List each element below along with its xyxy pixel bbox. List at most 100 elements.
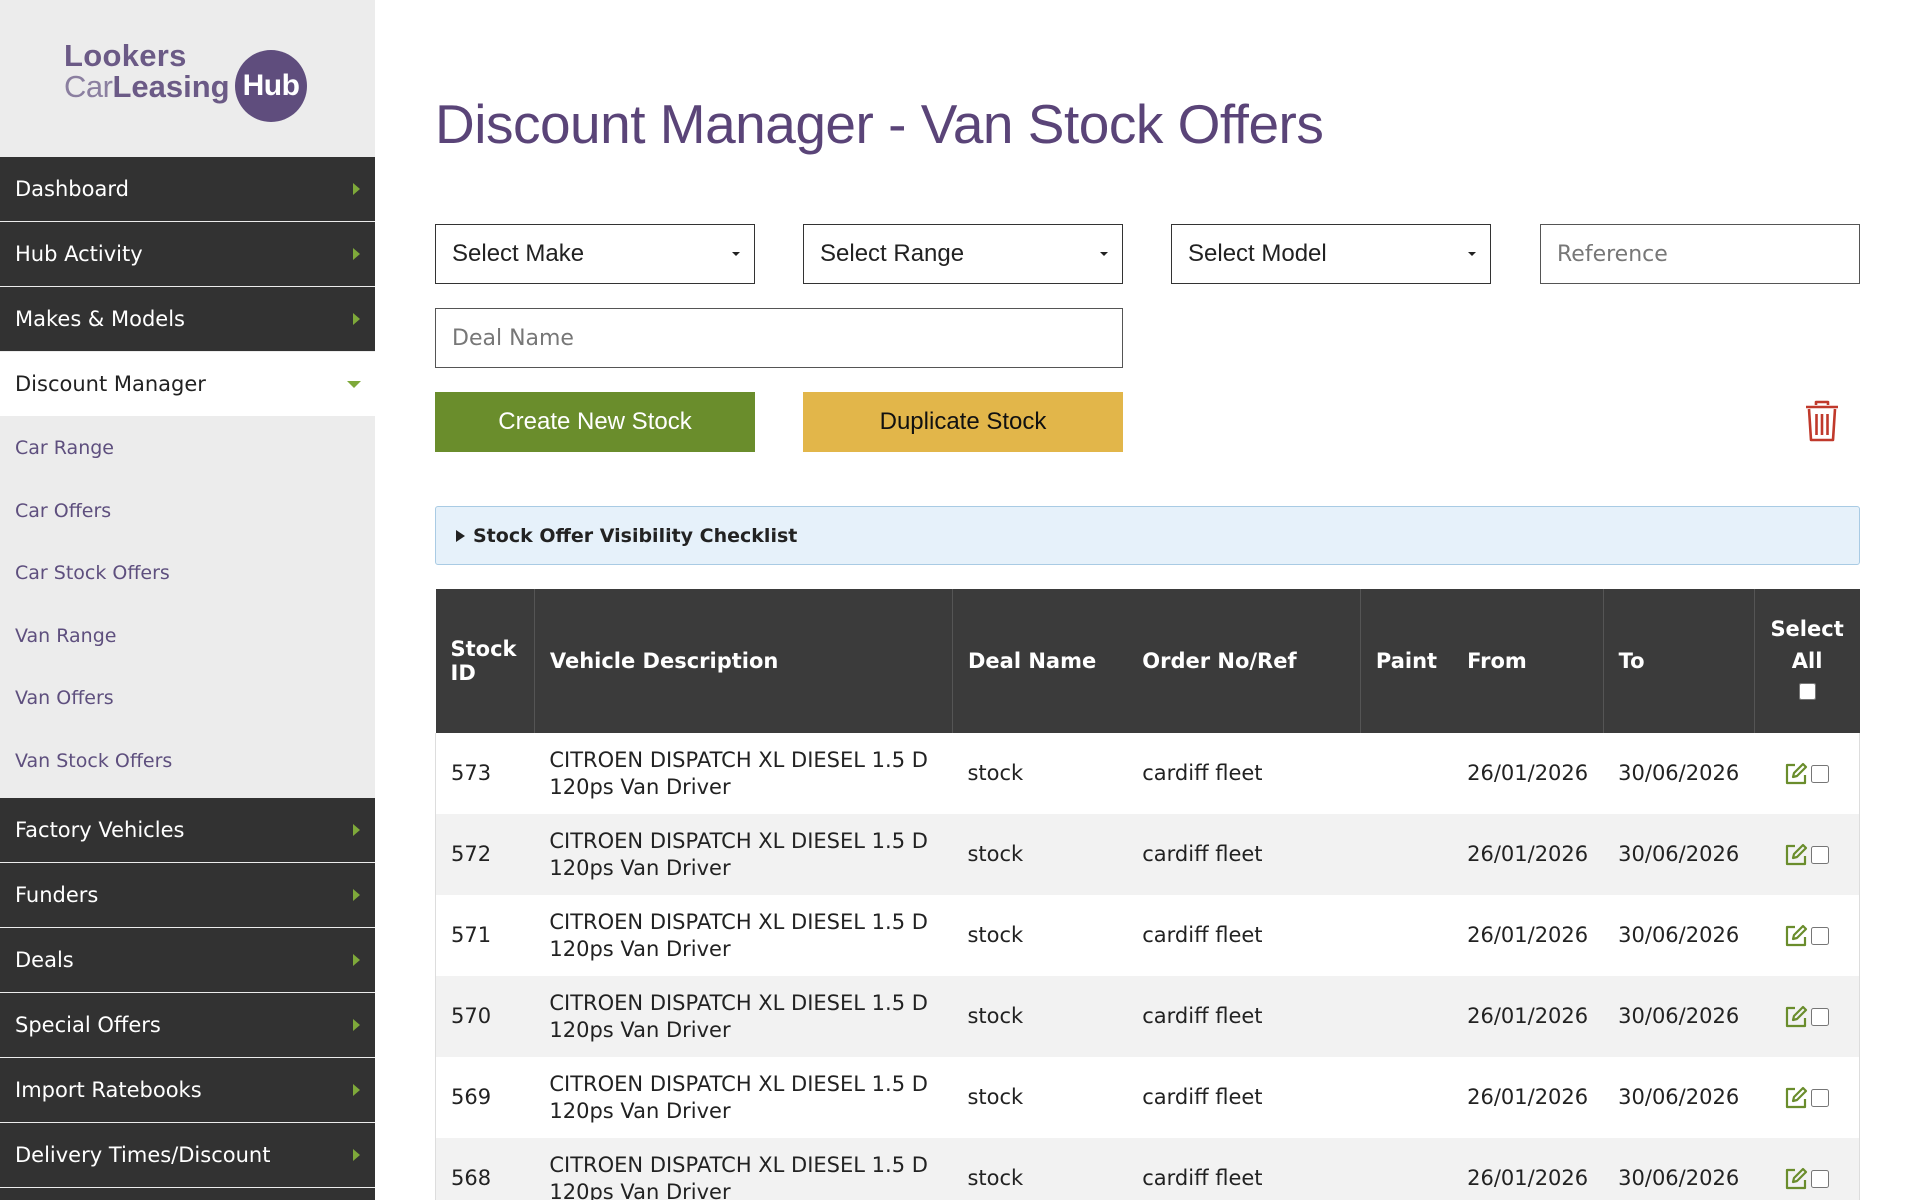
table-header-row: Stock ID Vehicle Description Deal Name Or… xyxy=(435,589,1860,733)
column-header-order-no-ref[interactable]: Order No/Ref xyxy=(1127,589,1361,733)
trash-icon[interactable] xyxy=(1803,400,1841,442)
cell-order-ref: cardiff fleet xyxy=(1127,814,1361,895)
select-model[interactable]: Select Model xyxy=(1171,224,1491,284)
deal-name-input[interactable] xyxy=(435,308,1123,368)
table-row[interactable]: 570 CITROEN DISPATCH XL DIESEL 1.5 D 120ps… xyxy=(435,976,1860,1057)
sidebar-item-label: Hub Activity xyxy=(15,242,143,266)
cell-deal-name: stock xyxy=(952,895,1128,976)
edit-icon[interactable] xyxy=(1784,1005,1808,1029)
checklist-label: Stock Offer Visibility Checklist xyxy=(473,524,798,547)
cell-order-ref: cardiff fleet xyxy=(1127,1057,1361,1138)
cell-stock-id: 568 xyxy=(435,1138,535,1200)
select-range[interactable]: Select Range xyxy=(803,224,1123,284)
table-row[interactable]: 569 CITROEN DISPATCH XL DIESEL 1.5 D 120ps… xyxy=(435,1057,1860,1138)
edit-icon[interactable] xyxy=(1784,924,1808,948)
row-select-checkbox[interactable] xyxy=(1811,927,1830,945)
submenu-item-van-stock-offers[interactable]: Van Stock Offers xyxy=(0,730,375,793)
cell-paint xyxy=(1360,895,1453,976)
header-text: Select xyxy=(1770,617,1844,641)
chevron-right-icon xyxy=(353,1149,360,1161)
logo-leasing: Leasing xyxy=(112,69,230,104)
sidebar-item-funders[interactable]: Funders xyxy=(0,863,375,927)
vehicle-line-2: 120ps Van Driver xyxy=(549,855,731,880)
stock-offers-table: Stock ID Vehicle Description Deal Name Or… xyxy=(435,589,1860,1200)
column-header-deal-name[interactable]: Deal Name xyxy=(952,589,1128,733)
table-row[interactable]: 572 CITROEN DISPATCH XL DIESEL 1.5 D 120ps… xyxy=(435,814,1860,895)
column-header-vehicle-description[interactable]: Vehicle Description xyxy=(534,589,953,733)
app-root: Lookers CarLeasing Hub Dashboard Hub Act… xyxy=(0,0,1920,1200)
cell-deal-name: stock xyxy=(952,976,1128,1057)
cell-actions xyxy=(1754,733,1860,814)
discount-manager-submenu: Car Range Car Offers Car Stock Offers Va… xyxy=(0,417,375,798)
select-all-checkbox[interactable] xyxy=(1798,683,1816,700)
cell-paint xyxy=(1360,1057,1453,1138)
submenu-item-van-range[interactable]: Van Range xyxy=(0,605,375,668)
reference-input[interactable] xyxy=(1540,224,1860,284)
edit-icon[interactable] xyxy=(1784,1167,1808,1191)
sidebar-item-hub-activity[interactable]: Hub Activity xyxy=(0,222,375,286)
sidebar-item-special-offers[interactable]: Special Offers xyxy=(0,993,375,1057)
cell-to: 30/06/2026 xyxy=(1603,1057,1755,1138)
column-header-stock-id[interactable]: Stock ID xyxy=(435,589,535,733)
sidebar-item-factory-vehicles[interactable]: Factory Vehicles xyxy=(0,798,375,862)
stock-offer-visibility-checklist[interactable]: Stock Offer Visibility Checklist xyxy=(435,506,1860,565)
edit-icon[interactable] xyxy=(1784,762,1808,786)
header-text: ID xyxy=(450,661,476,685)
select-make[interactable]: Select Make xyxy=(435,224,755,284)
cell-vehicle-description: CITROEN DISPATCH XL DIESEL 1.5 D 120ps Va… xyxy=(534,733,953,814)
cell-actions xyxy=(1754,1138,1860,1200)
cell-stock-id: 573 xyxy=(435,733,535,814)
select-model-value: Select Model xyxy=(1188,240,1327,267)
vehicle-line-1: CITROEN DISPATCH XL DIESEL 1.5 D xyxy=(549,828,928,853)
select-make-value: Select Make xyxy=(452,240,585,267)
table-row[interactable]: 573 CITROEN DISPATCH XL DIESEL 1.5 D 120ps… xyxy=(435,733,1860,814)
cell-actions xyxy=(1754,1057,1860,1138)
edit-icon[interactable] xyxy=(1784,1086,1808,1110)
sidebar-item-dashboard[interactable]: Dashboard xyxy=(0,157,375,221)
submenu-item-car-offers[interactable]: Car Offers xyxy=(0,480,375,543)
sidebar-item-delivery-times[interactable]: Delivery Times/Discount xyxy=(0,1123,375,1187)
row-select-checkbox[interactable] xyxy=(1811,765,1830,783)
vehicle-line-1: CITROEN DISPATCH XL DIESEL 1.5 D xyxy=(549,1152,928,1177)
row-select-checkbox[interactable] xyxy=(1811,1089,1830,1107)
sidebar-item-more[interactable] xyxy=(0,1188,375,1200)
column-header-to[interactable]: To xyxy=(1603,589,1755,733)
submenu-item-car-stock-offers[interactable]: Car Stock Offers xyxy=(0,542,375,605)
cell-paint xyxy=(1360,814,1453,895)
row-select-checkbox[interactable] xyxy=(1811,1170,1830,1188)
logo[interactable]: Lookers CarLeasing Hub xyxy=(0,0,375,157)
vehicle-line-2: 120ps Van Driver xyxy=(549,1098,731,1123)
nav-top: Dashboard Hub Activity Makes & Models Di… xyxy=(0,157,375,416)
submenu-item-van-offers[interactable]: Van Offers xyxy=(0,667,375,730)
row-select-checkbox[interactable] xyxy=(1811,1008,1830,1026)
sidebar-item-label: Special Offers xyxy=(15,1013,161,1037)
vehicle-line-2: 120ps Van Driver xyxy=(549,936,731,961)
chevron-right-icon xyxy=(353,313,360,325)
table-row[interactable]: 568 CITROEN DISPATCH XL DIESEL 1.5 D 120ps… xyxy=(435,1138,1860,1200)
cell-from: 26/01/2026 xyxy=(1452,1057,1604,1138)
sidebar-item-label: Deals xyxy=(15,948,74,972)
vehicle-line-2: 120ps Van Driver xyxy=(549,1017,731,1042)
cell-to: 30/06/2026 xyxy=(1603,976,1755,1057)
logo-line2: CarLeasing xyxy=(64,71,230,102)
sidebar-item-deals[interactable]: Deals xyxy=(0,928,375,992)
create-new-stock-button[interactable]: Create New Stock xyxy=(435,392,755,452)
submenu-item-car-range[interactable]: Car Range xyxy=(0,417,375,480)
duplicate-stock-button[interactable]: Duplicate Stock xyxy=(803,392,1123,452)
sidebar-item-makes-models[interactable]: Makes & Models xyxy=(0,287,375,351)
chevron-right-icon xyxy=(353,183,360,195)
cell-order-ref: cardiff fleet xyxy=(1127,895,1361,976)
column-header-from[interactable]: From xyxy=(1452,589,1604,733)
edit-icon[interactable] xyxy=(1784,843,1808,867)
logo-hub-badge: Hub xyxy=(235,50,307,122)
row-select-checkbox[interactable] xyxy=(1811,846,1830,864)
cell-from: 26/01/2026 xyxy=(1452,895,1604,976)
column-header-paint[interactable]: Paint xyxy=(1360,589,1453,733)
sidebar-item-import-ratebooks[interactable]: Import Ratebooks xyxy=(0,1058,375,1122)
select-range-value: Select Range xyxy=(820,240,965,267)
sidebar-item-discount-manager[interactable]: Discount Manager xyxy=(0,352,375,416)
chevron-right-icon xyxy=(353,889,360,901)
table-row[interactable]: 571 CITROEN DISPATCH XL DIESEL 1.5 D 120ps… xyxy=(435,895,1860,976)
sidebar-item-label: Delivery Times/Discount xyxy=(15,1143,271,1167)
chevron-right-icon xyxy=(353,954,360,966)
